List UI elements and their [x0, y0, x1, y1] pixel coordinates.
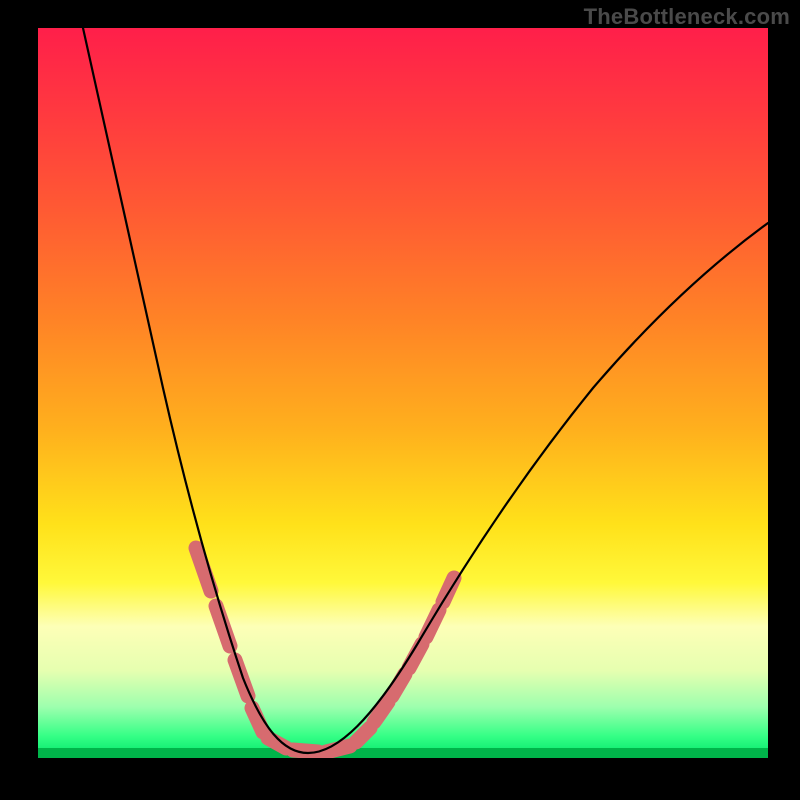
overlay-right-3 — [392, 674, 405, 696]
plot-area — [38, 28, 768, 758]
chart-frame: TheBottleneck.com — [0, 0, 800, 800]
overlay-left-3 — [235, 660, 248, 696]
watermark-text: TheBottleneck.com — [584, 4, 790, 30]
overlay-right-5 — [426, 610, 439, 637]
bottleneck-curve-svg — [38, 28, 768, 758]
overlay-right-1 — [356, 728, 370, 742]
